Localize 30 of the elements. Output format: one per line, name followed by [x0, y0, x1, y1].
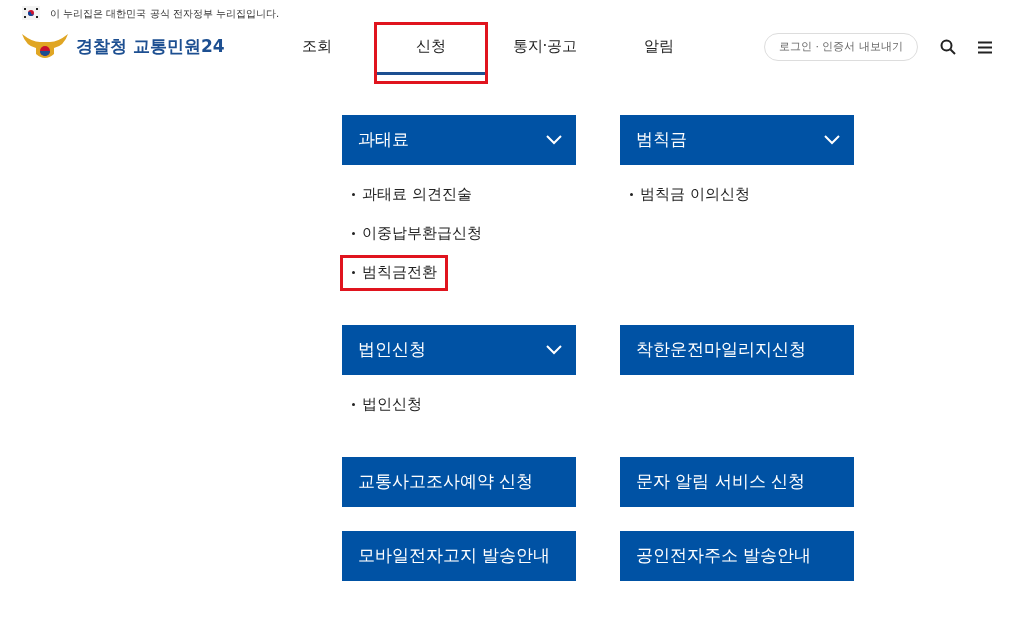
- menu-category-button[interactable]: 교통사고조사예약 신청: [342, 457, 576, 507]
- gov-banner-text: 이 누리집은 대한민국 공식 전자정부 누리집입니다.: [50, 6, 280, 21]
- menu-category-button[interactable]: 공인전자주소 발송안내: [620, 531, 854, 581]
- menu-category-button[interactable]: 착한운전마일리지신청: [620, 325, 854, 375]
- menu-category-button[interactable]: 과태료: [342, 115, 576, 165]
- nav-tab[interactable]: 통지·공고: [488, 22, 602, 84]
- menu-category-button[interactable]: 문자 알림 서비스 신청: [620, 457, 854, 507]
- bullet-icon: [352, 403, 355, 406]
- nav-tab[interactable]: 조회: [260, 22, 374, 84]
- menu-category-button[interactable]: 범칙금: [620, 115, 854, 165]
- flag-icon: [22, 6, 40, 20]
- bullet-icon: [352, 232, 355, 235]
- chevron-down-icon: [546, 345, 562, 355]
- bullet-icon: [630, 193, 633, 196]
- menu-category-button[interactable]: 법인신청: [342, 325, 576, 375]
- submenu-link[interactable]: 과태료 의견진술: [340, 176, 483, 213]
- chevron-down-icon: [546, 135, 562, 145]
- bullet-icon: [352, 193, 355, 196]
- search-icon[interactable]: [940, 39, 956, 55]
- chevron-down-icon: [824, 135, 840, 145]
- submenu-link[interactable]: 법인신청: [340, 386, 433, 423]
- submenu-link[interactable]: 이중납부환급신청: [340, 215, 493, 252]
- submenu-link[interactable]: 범칙금전환: [340, 254, 448, 291]
- nav-tab[interactable]: 알림: [602, 22, 716, 84]
- menu-category-button[interactable]: 모바일전자고지 발송안내: [342, 531, 576, 581]
- menu-icon[interactable]: [978, 40, 992, 54]
- submenu-link[interactable]: 범칙금 이의신청: [618, 176, 761, 213]
- bullet-icon: [352, 271, 355, 274]
- site-logo-text[interactable]: 경찰청 교통민원24: [76, 34, 225, 60]
- nav-tab[interactable]: 신청: [374, 22, 488, 84]
